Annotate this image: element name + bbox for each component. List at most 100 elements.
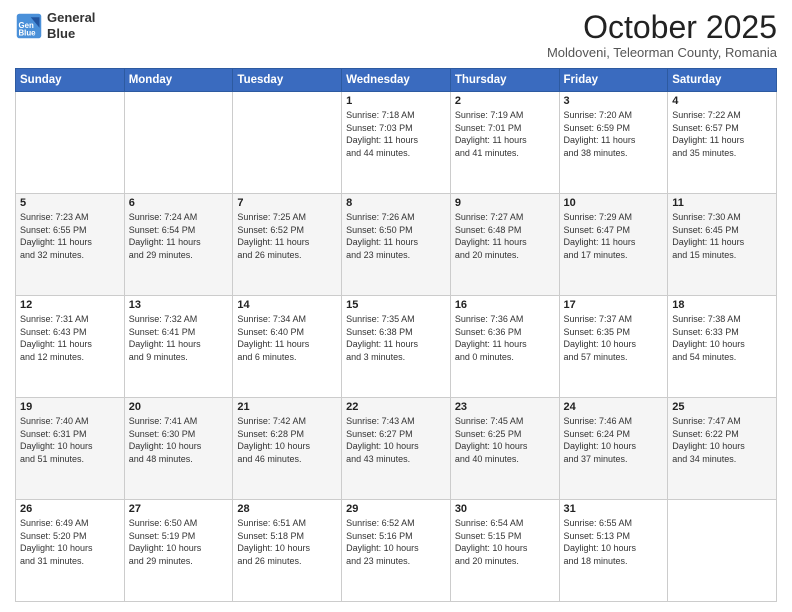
table-row (233, 92, 342, 194)
day-info: Sunrise: 7:45 AM Sunset: 6:25 PM Dayligh… (455, 415, 555, 465)
day-info: Sunrise: 7:26 AM Sunset: 6:50 PM Dayligh… (346, 211, 446, 261)
calendar-week-3: 12 Sunrise: 7:31 AM Sunset: 6:43 PM Dayli… (16, 296, 777, 398)
day-info: Sunrise: 7:36 AM Sunset: 6:36 PM Dayligh… (455, 313, 555, 363)
day-info: Sunrise: 7:47 AM Sunset: 6:22 PM Dayligh… (672, 415, 772, 465)
day-number: 6 (129, 197, 229, 209)
day-number: 2 (455, 95, 555, 107)
day-number: 24 (564, 401, 664, 413)
calendar-week-2: 5Sunrise: 7:23 AM Sunset: 6:55 PM Daylig… (16, 194, 777, 296)
day-number: 17 (564, 299, 664, 311)
day-info: Sunrise: 6:55 AM Sunset: 5:13 PM Dayligh… (564, 517, 664, 567)
col-tuesday: Tuesday (233, 69, 342, 92)
day-info: Sunrise: 7:46 AM Sunset: 6:24 PM Dayligh… (564, 415, 664, 465)
table-row: 18Sunrise: 7:38 AM Sunset: 6:33 PM Dayli… (668, 296, 777, 398)
calendar-week-5: 26 Sunrise: 6:49 AM Sunset: 5:20 PM Dayli… (16, 500, 777, 602)
day-number: 11 (672, 197, 772, 209)
table-row: 5Sunrise: 7:23 AM Sunset: 6:55 PM Daylig… (16, 194, 125, 296)
day-info: Sunrise: 7:22 AM Sunset: 6:57 PM Dayligh… (672, 109, 772, 159)
day-info: Sunrise: 7:24 AM Sunset: 6:54 PM Dayligh… (129, 211, 229, 261)
day-info: Sunrise: 7:20 AM Sunset: 6:59 PM Dayligh… (564, 109, 664, 159)
day-number: 15 (346, 299, 446, 311)
title-block: October 2025 Moldoveni, Teleorman County… (547, 10, 777, 60)
table-row: 12 Sunrise: 7:31 AM Sunset: 6:43 PM Dayli… (16, 296, 125, 398)
day-number: 31 (564, 503, 664, 515)
day-info: Sunrise: 6:49 AM Sunset: 5:20 PM Dayligh… (20, 517, 120, 567)
day-number: 18 (672, 299, 772, 311)
logo: Gen Blue General Blue (15, 10, 95, 41)
table-row (16, 92, 125, 194)
col-friday: Friday (559, 69, 668, 92)
day-number: 14 (237, 299, 337, 311)
day-number: 12 (20, 299, 120, 311)
table-row: 15 Sunrise: 7:35 AM Sunset: 6:38 PM Dayli… (342, 296, 451, 398)
table-row: 8 Sunrise: 7:26 AM Sunset: 6:50 PM Daylig… (342, 194, 451, 296)
table-row: 21Sunrise: 7:42 AM Sunset: 6:28 PM Dayli… (233, 398, 342, 500)
day-number: 3 (564, 95, 664, 107)
table-row: 2 Sunrise: 7:19 AM Sunset: 7:01 PM Daylig… (450, 92, 559, 194)
table-row: 25 Sunrise: 7:47 AM Sunset: 6:22 PM Dayli… (668, 398, 777, 500)
day-number: 9 (455, 197, 555, 209)
table-row: 13 Sunrise: 7:32 AM Sunset: 6:41 PM Dayli… (124, 296, 233, 398)
col-thursday: Thursday (450, 69, 559, 92)
table-row: 26 Sunrise: 6:49 AM Sunset: 5:20 PM Dayli… (16, 500, 125, 602)
col-sunday: Sunday (16, 69, 125, 92)
day-number: 16 (455, 299, 555, 311)
day-number: 7 (237, 197, 337, 209)
table-row: 3 Sunrise: 7:20 AM Sunset: 6:59 PM Daylig… (559, 92, 668, 194)
table-row: 4 Sunrise: 7:22 AM Sunset: 6:57 PM Daylig… (668, 92, 777, 194)
table-row: 24 Sunrise: 7:46 AM Sunset: 6:24 PM Dayli… (559, 398, 668, 500)
table-row: 6 Sunrise: 7:24 AM Sunset: 6:54 PM Daylig… (124, 194, 233, 296)
page: Gen Blue General Blue October 2025 Moldo… (0, 0, 792, 612)
table-row: 28Sunrise: 6:51 AM Sunset: 5:18 PM Dayli… (233, 500, 342, 602)
day-info: Sunrise: 7:25 AM Sunset: 6:52 PM Dayligh… (237, 211, 337, 261)
location: Moldoveni, Teleorman County, Romania (547, 45, 777, 60)
day-info: Sunrise: 7:29 AM Sunset: 6:47 PM Dayligh… (564, 211, 664, 261)
day-number: 5 (20, 197, 120, 209)
col-monday: Monday (124, 69, 233, 92)
col-saturday: Saturday (668, 69, 777, 92)
table-row: 1Sunrise: 7:18 AM Sunset: 7:03 PM Daylig… (342, 92, 451, 194)
day-info: Sunrise: 7:27 AM Sunset: 6:48 PM Dayligh… (455, 211, 555, 261)
day-number: 25 (672, 401, 772, 413)
day-number: 10 (564, 197, 664, 209)
day-info: Sunrise: 7:19 AM Sunset: 7:01 PM Dayligh… (455, 109, 555, 159)
calendar-week-4: 19 Sunrise: 7:40 AM Sunset: 6:31 PM Dayli… (16, 398, 777, 500)
day-info: Sunrise: 7:40 AM Sunset: 6:31 PM Dayligh… (20, 415, 120, 465)
day-info: Sunrise: 7:35 AM Sunset: 6:38 PM Dayligh… (346, 313, 446, 363)
table-row: 11Sunrise: 7:30 AM Sunset: 6:45 PM Dayli… (668, 194, 777, 296)
day-number: 29 (346, 503, 446, 515)
table-row: 29Sunrise: 6:52 AM Sunset: 5:16 PM Dayli… (342, 500, 451, 602)
svg-text:Blue: Blue (19, 28, 37, 37)
day-info: Sunrise: 6:54 AM Sunset: 5:15 PM Dayligh… (455, 517, 555, 567)
col-wednesday: Wednesday (342, 69, 451, 92)
day-info: Sunrise: 7:18 AM Sunset: 7:03 PM Dayligh… (346, 109, 446, 159)
table-row: 17 Sunrise: 7:37 AM Sunset: 6:35 PM Dayli… (559, 296, 668, 398)
day-number: 23 (455, 401, 555, 413)
calendar-week-1: 1Sunrise: 7:18 AM Sunset: 7:03 PM Daylig… (16, 92, 777, 194)
day-info: Sunrise: 7:37 AM Sunset: 6:35 PM Dayligh… (564, 313, 664, 363)
day-number: 4 (672, 95, 772, 107)
table-row: 31 Sunrise: 6:55 AM Sunset: 5:13 PM Dayli… (559, 500, 668, 602)
day-info: Sunrise: 6:51 AM Sunset: 5:18 PM Dayligh… (237, 517, 337, 567)
table-row: 23 Sunrise: 7:45 AM Sunset: 6:25 PM Dayli… (450, 398, 559, 500)
day-info: Sunrise: 7:32 AM Sunset: 6:41 PM Dayligh… (129, 313, 229, 363)
day-number: 30 (455, 503, 555, 515)
day-info: Sunrise: 6:50 AM Sunset: 5:19 PM Dayligh… (129, 517, 229, 567)
day-number: 26 (20, 503, 120, 515)
table-row: 30 Sunrise: 6:54 AM Sunset: 5:15 PM Dayli… (450, 500, 559, 602)
day-info: Sunrise: 7:41 AM Sunset: 6:30 PM Dayligh… (129, 415, 229, 465)
header: Gen Blue General Blue October 2025 Moldo… (15, 10, 777, 60)
table-row: 19 Sunrise: 7:40 AM Sunset: 6:31 PM Dayli… (16, 398, 125, 500)
table-row: 7 Sunrise: 7:25 AM Sunset: 6:52 PM Daylig… (233, 194, 342, 296)
day-number: 19 (20, 401, 120, 413)
day-number: 13 (129, 299, 229, 311)
calendar-table: Sunday Monday Tuesday Wednesday Thursday… (15, 68, 777, 602)
day-info: Sunrise: 7:31 AM Sunset: 6:43 PM Dayligh… (20, 313, 120, 363)
day-info: Sunrise: 7:42 AM Sunset: 6:28 PM Dayligh… (237, 415, 337, 465)
logo-line1: General (47, 10, 95, 26)
logo-icon: Gen Blue (15, 12, 43, 40)
table-row: 14Sunrise: 7:34 AM Sunset: 6:40 PM Dayli… (233, 296, 342, 398)
day-number: 20 (129, 401, 229, 413)
table-row: 9 Sunrise: 7:27 AM Sunset: 6:48 PM Daylig… (450, 194, 559, 296)
day-number: 8 (346, 197, 446, 209)
